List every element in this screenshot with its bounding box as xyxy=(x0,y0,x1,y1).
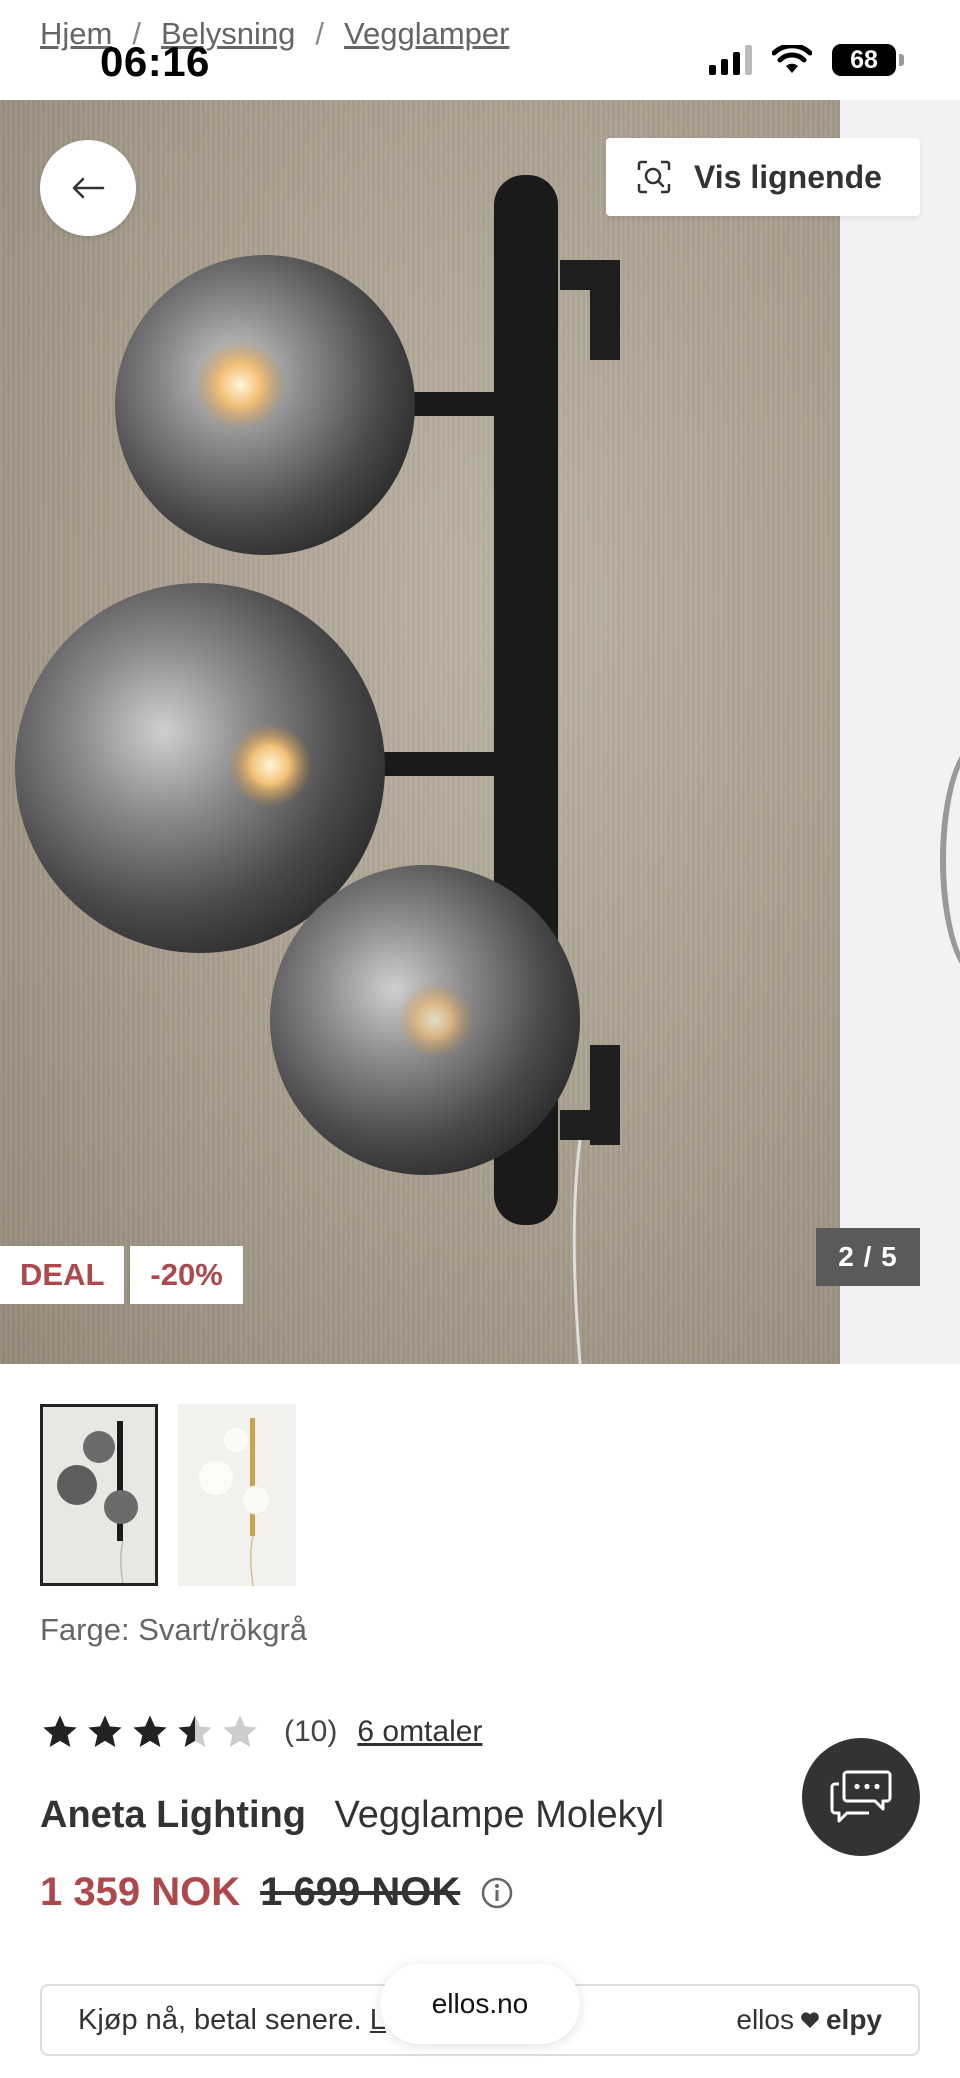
product-brand[interactable]: Aneta Lighting xyxy=(40,1794,306,1836)
battery-level: 68 xyxy=(850,45,878,74)
chat-button[interactable] xyxy=(802,1738,920,1856)
breadcrumb-separator: / xyxy=(315,16,325,51)
battery-icon: 68 xyxy=(832,44,904,76)
star-icon xyxy=(88,1715,122,1747)
product-name: Vegglampe Molekyl xyxy=(334,1794,665,1836)
chat-icon xyxy=(830,1770,892,1823)
signal-icon xyxy=(709,45,752,75)
star-empty-icon xyxy=(223,1715,257,1747)
deal-badge: DEAL xyxy=(0,1246,125,1304)
ellos-elpy-logo: ellos elpy xyxy=(736,2004,882,2036)
lamp-illustration xyxy=(15,175,620,1364)
badges: DEAL -20% xyxy=(0,1246,243,1304)
product-title: Aneta Lighting Vegglampe Molekyl xyxy=(40,1794,664,1837)
star-half-icon xyxy=(178,1715,212,1747)
similar-items-button[interactable]: Vis lignende xyxy=(606,138,920,216)
similar-items-label: Vis lignende xyxy=(694,158,882,195)
rating: (10) 6 omtaler xyxy=(40,1712,482,1752)
price-block: 1 359 NOK 1 699 NOK xyxy=(40,1870,514,1915)
thumbnail-image xyxy=(57,1421,138,1583)
thumbnail-black-smoke[interactable] xyxy=(40,1404,158,1586)
browser-url-pill[interactable]: ellos.no xyxy=(380,1964,580,2044)
wifi-icon xyxy=(772,45,812,73)
status-clock: 06:16 xyxy=(100,38,210,85)
sale-price: 1 359 NOK xyxy=(40,1870,241,1914)
pay-later-copy: Kjøp nå, betal senere. xyxy=(78,2003,370,2036)
back-button[interactable] xyxy=(40,140,136,236)
status-icons: 68 xyxy=(709,44,904,76)
original-price: 1 699 NOK xyxy=(260,1870,461,1914)
elpy-wordmark: elpy xyxy=(825,2004,882,2035)
rating-stars xyxy=(40,1712,260,1752)
info-icon[interactable] xyxy=(480,1876,514,1910)
discount-badge: -20% xyxy=(130,1246,243,1304)
next-image-peek xyxy=(940,740,960,980)
image-counter: 2 / 5 xyxy=(816,1228,920,1286)
thumbnail-brass-opal[interactable] xyxy=(178,1404,296,1586)
ellos-wordmark: ellos xyxy=(736,2004,794,2035)
star-icon xyxy=(43,1715,77,1747)
arrow-left-icon xyxy=(72,177,105,199)
product-gallery[interactable]: Vis lignende DEAL -20% 2 / 5 xyxy=(0,100,960,1364)
thumbnail-image xyxy=(197,1418,271,1586)
color-label: Farge: Svart/rökgrå xyxy=(40,1612,308,1647)
rating-count: (10) xyxy=(284,1715,338,1748)
reviews-link[interactable]: 6 omtaler xyxy=(357,1715,482,1749)
heart-icon xyxy=(801,2012,819,2028)
top-bar: Hjem / Belysning / Vegglamper 06:16 68 xyxy=(0,0,960,100)
breadcrumb-wall-lamps[interactable]: Vegglamper xyxy=(344,16,509,52)
star-icon xyxy=(133,1715,167,1747)
visual-search-icon xyxy=(637,160,671,194)
